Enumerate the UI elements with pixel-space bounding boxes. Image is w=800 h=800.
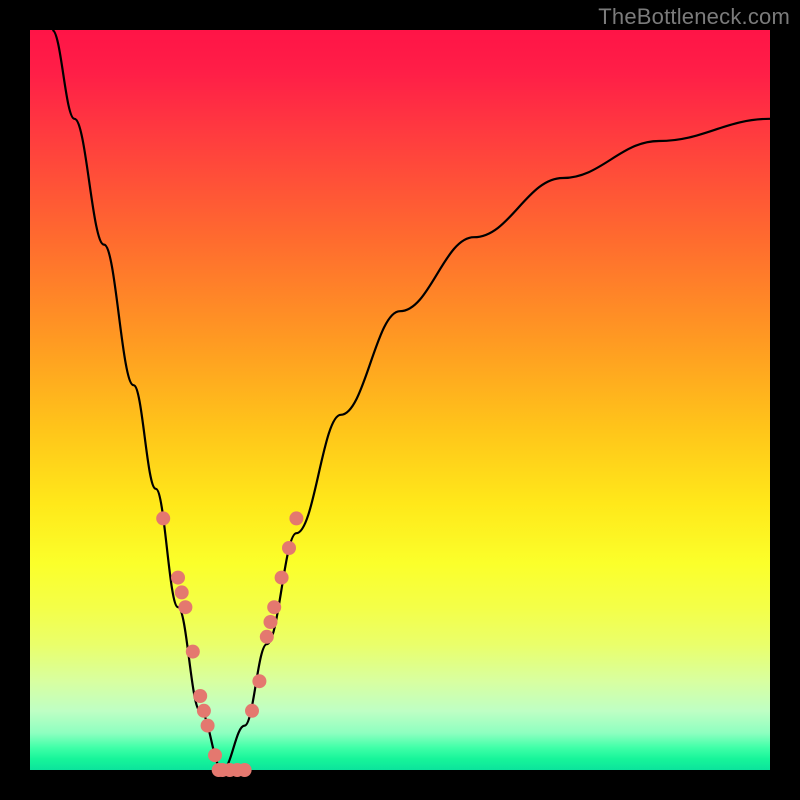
data-marker: [264, 615, 278, 629]
data-marker: [171, 571, 185, 585]
chart-frame: TheBottleneck.com: [0, 0, 800, 800]
data-marker: [275, 571, 289, 585]
data-marker: [208, 748, 222, 762]
data-marker: [238, 763, 252, 777]
plot-area: [30, 30, 770, 770]
data-marker: [252, 674, 266, 688]
data-markers: [156, 511, 303, 777]
data-marker: [178, 600, 192, 614]
bottleneck-curve: [52, 30, 770, 770]
data-marker: [186, 645, 200, 659]
watermark-text: TheBottleneck.com: [598, 4, 790, 30]
data-marker: [267, 600, 281, 614]
data-marker: [260, 630, 274, 644]
data-marker: [193, 689, 207, 703]
chart-svg: [30, 30, 770, 770]
data-marker: [282, 541, 296, 555]
data-marker: [201, 719, 215, 733]
data-marker: [197, 704, 211, 718]
data-marker: [156, 511, 170, 525]
data-marker: [175, 585, 189, 599]
data-marker: [245, 704, 259, 718]
data-marker: [289, 511, 303, 525]
